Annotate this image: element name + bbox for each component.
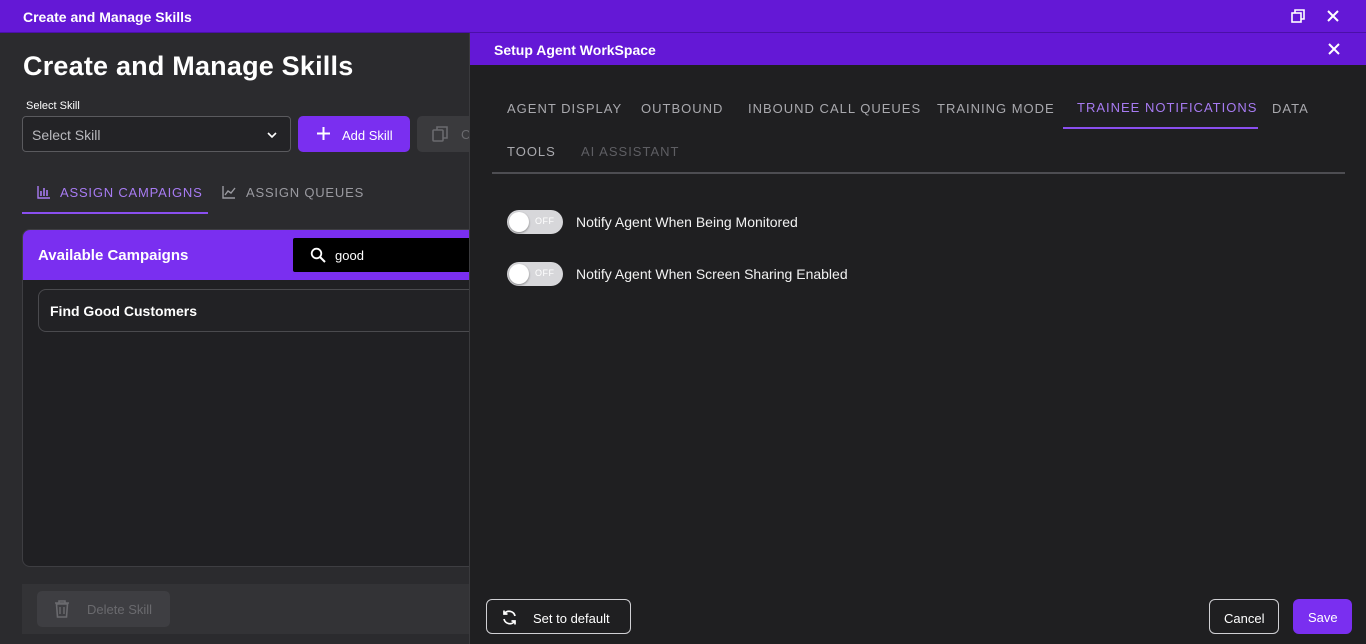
trash-icon bbox=[55, 600, 69, 618]
tab-assign-campaigns[interactable]: ASSIGN CAMPAIGNS bbox=[22, 173, 208, 214]
bar-chart-icon bbox=[37, 186, 50, 199]
skill-actions-bar: Delete Skill bbox=[22, 584, 470, 634]
cancel-label: Cancel bbox=[1224, 611, 1265, 626]
page-title: Create and Manage Skills bbox=[23, 51, 354, 81]
tab-ai-assistant: AI ASSISTANT bbox=[581, 144, 680, 159]
search-icon bbox=[310, 247, 326, 263]
campaign-search-value: good bbox=[335, 248, 364, 263]
chevron-down-icon bbox=[267, 132, 277, 139]
tab-assign-queues[interactable]: ASSIGN QUEUES bbox=[222, 173, 382, 214]
set-to-default-label: Set to default bbox=[533, 611, 610, 626]
close-window-icon[interactable] bbox=[1325, 8, 1341, 24]
window-title: Create and Manage Skills bbox=[23, 9, 192, 25]
campaigns-header: Available Campaigns good bbox=[23, 230, 470, 280]
cancel-button[interactable]: Cancel bbox=[1209, 599, 1279, 634]
delete-skill-button[interactable]: Delete Skill bbox=[37, 591, 170, 627]
notify-screen-sharing-toggle[interactable]: OFF bbox=[507, 262, 563, 286]
add-skill-button[interactable]: Add Skill bbox=[298, 116, 410, 152]
active-tab-indicator bbox=[1063, 127, 1258, 129]
setup-agent-workspace-dialog: Setup Agent WorkSpace AGENT DISPLAY OUTB… bbox=[469, 33, 1366, 644]
close-dialog-icon[interactable] bbox=[1327, 42, 1341, 56]
assign-tabs: ASSIGN CAMPAIGNS ASSIGN QUEUES bbox=[22, 173, 470, 214]
list-item[interactable]: Find Good Customers bbox=[38, 289, 470, 332]
toggle-knob bbox=[509, 212, 529, 232]
tab-agent-display[interactable]: AGENT DISPLAY bbox=[507, 101, 622, 116]
tab-assign-campaigns-label: ASSIGN CAMPAIGNS bbox=[60, 185, 203, 200]
campaigns-header-title: Available Campaigns bbox=[38, 247, 189, 264]
notify-screen-sharing-label: Notify Agent When Screen Sharing Enabled bbox=[576, 266, 848, 282]
select-skill-label: Select Skill bbox=[26, 100, 80, 112]
select-skill-placeholder: Select Skill bbox=[32, 127, 101, 143]
plus-icon bbox=[317, 127, 330, 140]
window-title-bar: Create and Manage Skills bbox=[0, 0, 1366, 33]
delete-skill-label: Delete Skill bbox=[87, 602, 153, 617]
campaign-name: Find Good Customers bbox=[50, 303, 197, 319]
select-skill-dropdown[interactable]: Select Skill bbox=[22, 116, 291, 152]
campaign-search-input[interactable]: good bbox=[293, 238, 470, 272]
add-skill-label: Add Skill bbox=[342, 128, 393, 143]
save-button[interactable]: Save bbox=[1293, 599, 1352, 634]
tab-outbound[interactable]: OUTBOUND bbox=[641, 101, 723, 116]
refresh-icon bbox=[503, 610, 516, 625]
notify-monitored-label: Notify Agent When Being Monitored bbox=[576, 214, 798, 230]
tab-data[interactable]: DATA bbox=[1272, 101, 1309, 116]
set-to-default-button[interactable]: Set to default bbox=[486, 599, 631, 634]
skills-page: Create and Manage Skills Select Skill Se… bbox=[0, 33, 470, 644]
tabs-divider bbox=[492, 172, 1345, 174]
dialog-title: Setup Agent WorkSpace bbox=[494, 42, 656, 58]
notify-monitored-toggle[interactable]: OFF bbox=[507, 210, 563, 234]
tab-trainee-notifications[interactable]: TRAINEE NOTIFICATIONS bbox=[1077, 100, 1257, 115]
restore-window-icon[interactable] bbox=[1290, 8, 1306, 24]
line-chart-icon bbox=[222, 186, 236, 199]
tab-assign-queues-label: ASSIGN QUEUES bbox=[246, 185, 365, 200]
toggle-knob bbox=[509, 264, 529, 284]
toggle-state-label: OFF bbox=[535, 216, 555, 226]
tab-inbound-call-queues[interactable]: INBOUND CALL QUEUES bbox=[748, 101, 921, 116]
copy-icon bbox=[432, 126, 448, 142]
tab-tools[interactable]: TOOLS bbox=[507, 144, 556, 159]
toggle-state-label: OFF bbox=[535, 268, 555, 278]
save-label: Save bbox=[1308, 610, 1338, 625]
copy-skill-button[interactable]: C bbox=[417, 116, 470, 152]
available-campaigns-panel: Available Campaigns good Find Good Custo… bbox=[22, 229, 470, 567]
dialog-header: Setup Agent WorkSpace bbox=[470, 33, 1366, 65]
tab-training-mode[interactable]: TRAINING MODE bbox=[937, 101, 1055, 116]
